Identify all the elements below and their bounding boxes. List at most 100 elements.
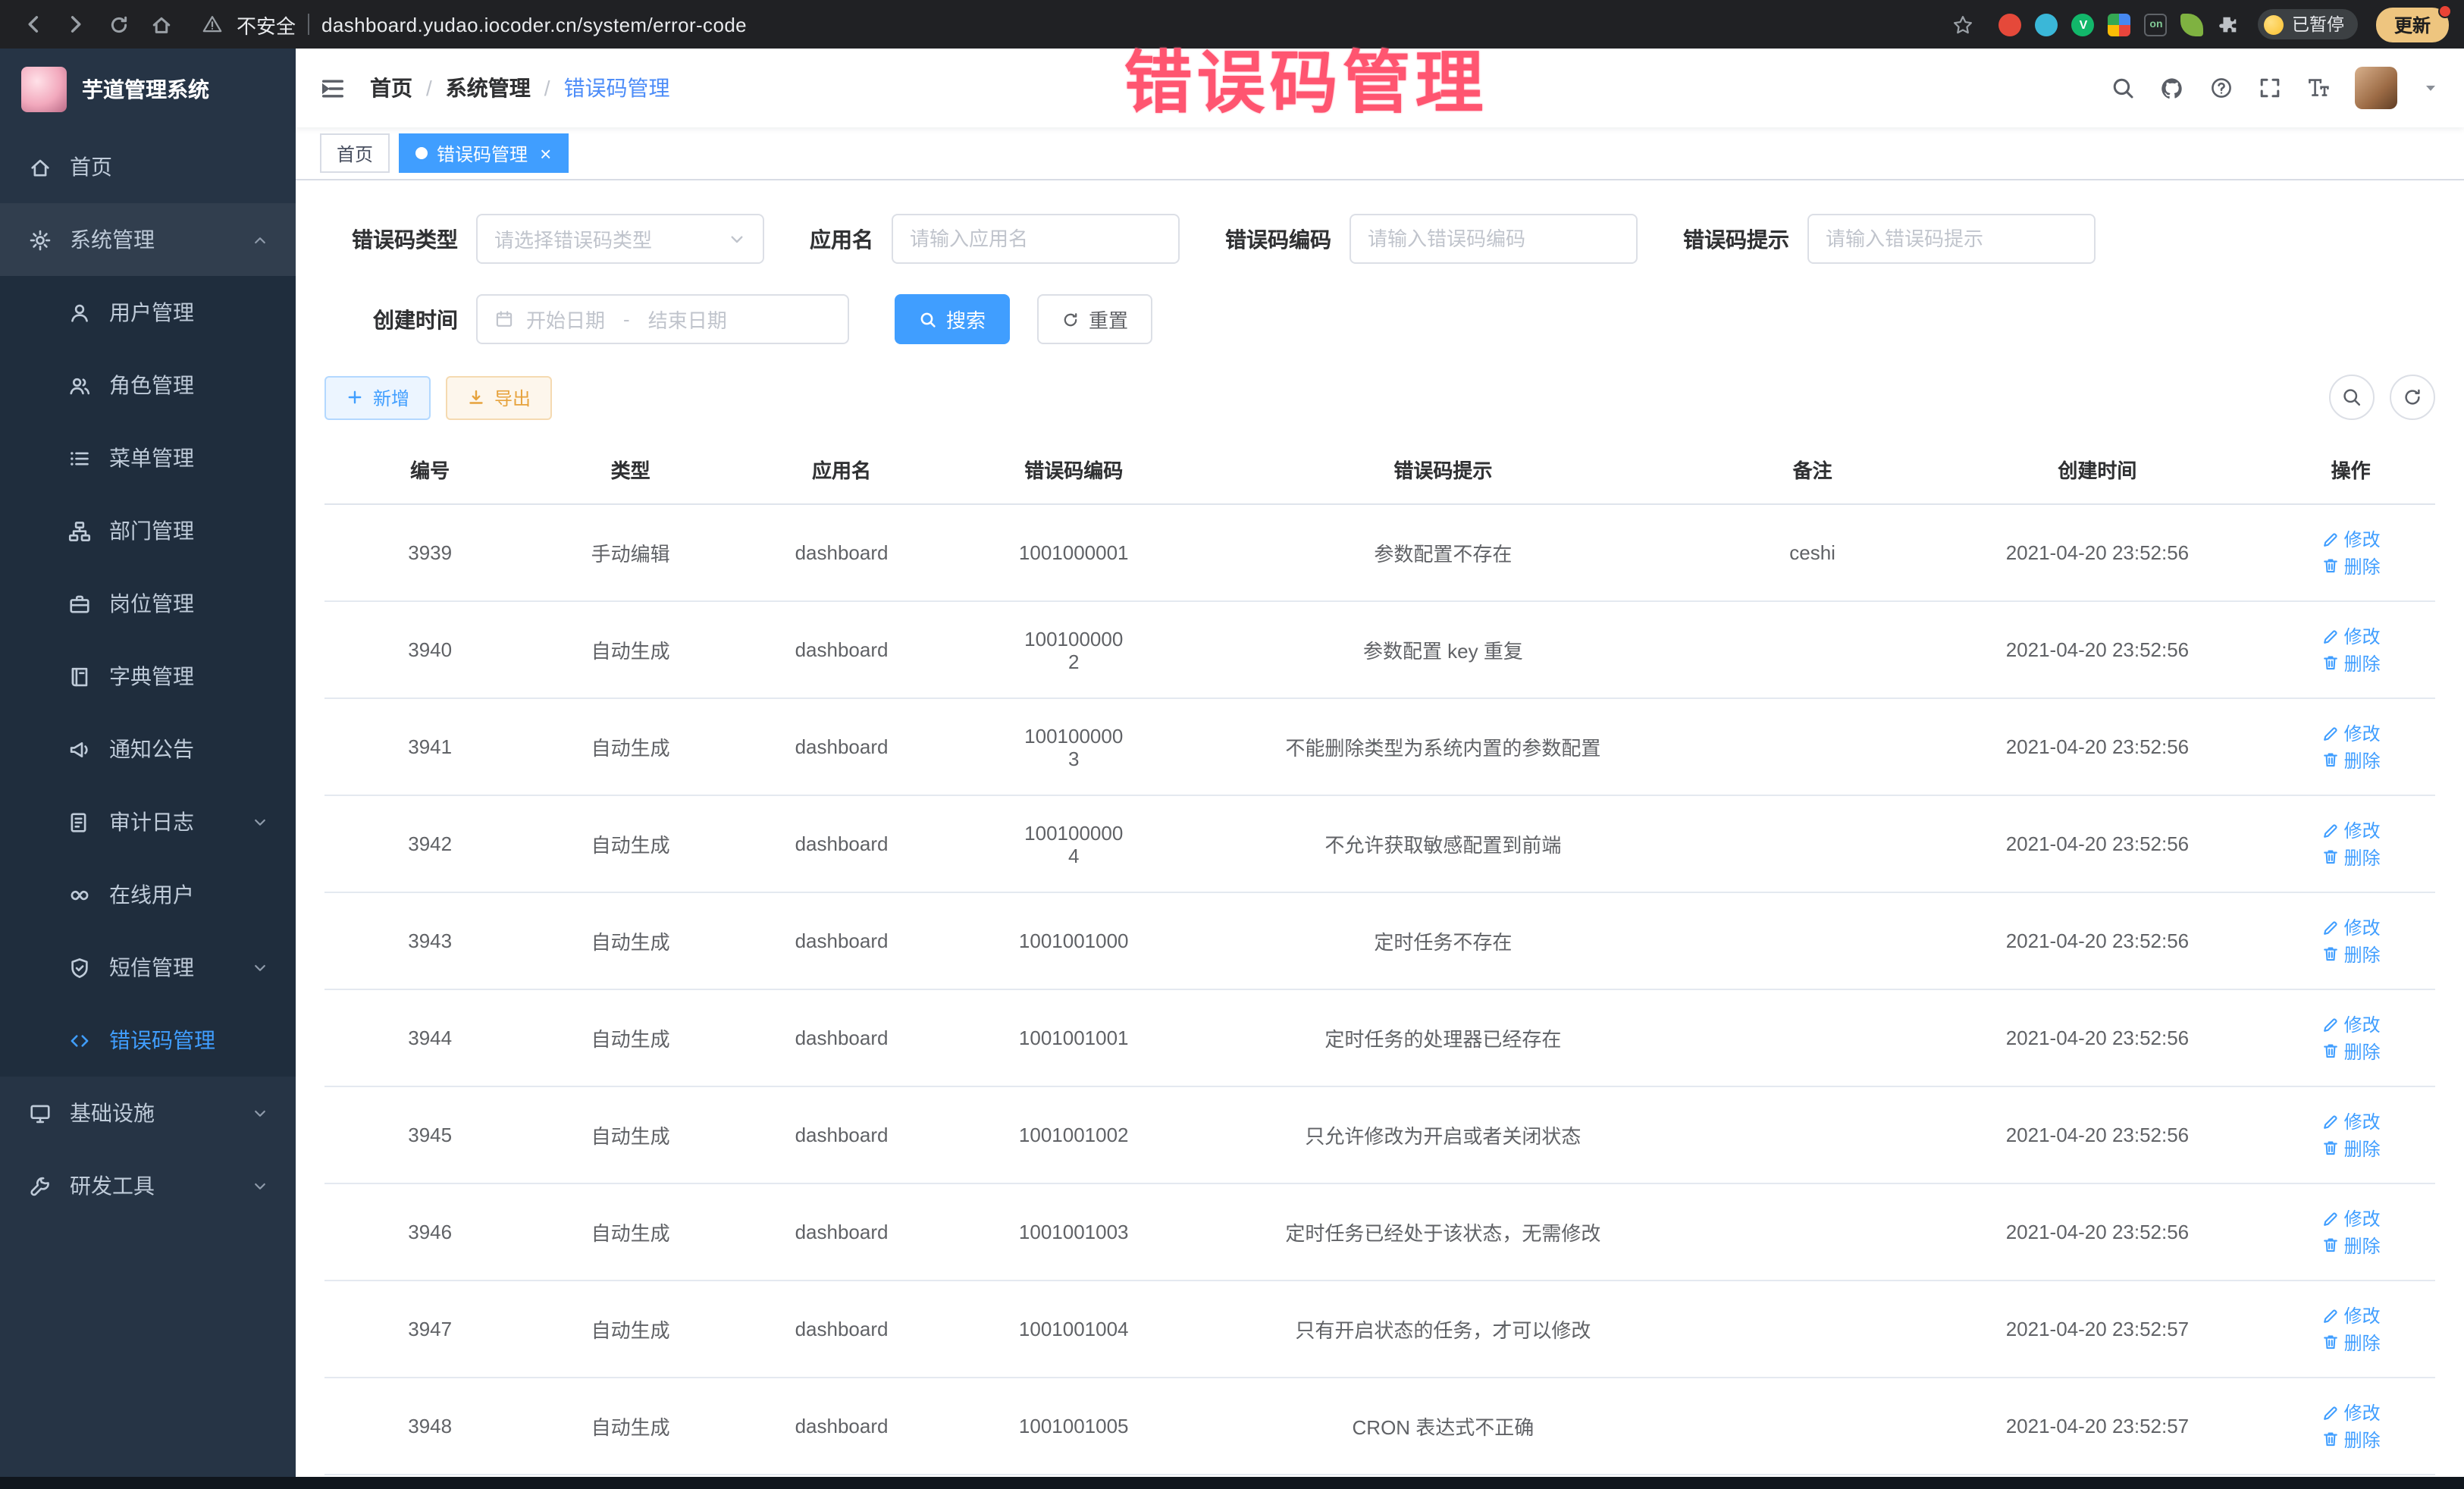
delete-link[interactable]: 删除 <box>2321 1329 2381 1355</box>
add-button[interactable]: 新增 <box>324 375 431 419</box>
reset-button[interactable]: 重置 <box>1037 294 1152 344</box>
delete-link[interactable]: 删除 <box>2321 1426 2381 1452</box>
app-name-input[interactable] <box>892 214 1180 264</box>
profile-paused-badge[interactable]: 已暂停 <box>2259 9 2358 39</box>
cell-actions: 修改删除 <box>2266 892 2435 989</box>
cell-id: 3943 <box>324 892 535 989</box>
browser-home-icon[interactable] <box>143 6 179 42</box>
search-button[interactable]: 搜索 <box>895 294 1010 344</box>
column-header: 错误码编码 <box>958 435 1190 504</box>
fullscreen-icon[interactable] <box>2258 76 2282 100</box>
sidebar-item[interactable]: 角色管理 <box>0 349 296 422</box>
edit-link[interactable]: 修改 <box>2321 526 2381 552</box>
export-button[interactable]: 导出 <box>446 375 552 419</box>
cell-type: 自动生成 <box>535 1183 726 1281</box>
forward-icon[interactable] <box>58 6 94 42</box>
cell-app: dashboard <box>726 504 958 601</box>
sidebar-item[interactable]: 部门管理 <box>0 494 296 567</box>
sidebar-item[interactable]: 通知公告 <box>0 713 296 785</box>
delete-link[interactable]: 删除 <box>2321 844 2381 870</box>
sidebar-item[interactable]: 用户管理 <box>0 276 296 349</box>
search-icon[interactable] <box>2111 76 2135 100</box>
table-search-button[interactable] <box>2329 375 2375 420</box>
gear-icon <box>27 228 52 251</box>
delete-link[interactable]: 删除 <box>2321 1135 2381 1161</box>
edit-link[interactable]: 修改 <box>2321 1205 2381 1231</box>
megaphone-icon <box>67 738 91 760</box>
paused-label: 已暂停 <box>2292 12 2344 36</box>
sidebar-item[interactable]: 岗位管理 <box>0 567 296 640</box>
extension-on-icon[interactable]: on <box>2145 13 2168 36</box>
sidebar-item[interactable]: 系统管理 <box>0 203 296 276</box>
caret-down-icon[interactable] <box>2422 79 2440 97</box>
sidebar-item[interactable]: 基础设施 <box>0 1077 296 1149</box>
reload-icon[interactable] <box>100 6 136 42</box>
end-date-placeholder: 结束日期 <box>648 305 727 334</box>
date-range-picker[interactable]: 开始日期 - 结束日期 <box>476 294 849 344</box>
delete-link[interactable]: 删除 <box>2321 747 2381 773</box>
cell-id: 3944 <box>324 989 535 1086</box>
error-code-input[interactable] <box>1350 214 1638 264</box>
sidebar-item[interactable]: 错误码管理 <box>0 1004 296 1077</box>
cell-app: dashboard <box>726 892 958 989</box>
extension-leaf-icon[interactable] <box>2181 13 2204 36</box>
extensions-puzzle-icon[interactable] <box>2218 13 2240 36</box>
github-icon[interactable] <box>2159 75 2185 101</box>
edit-link[interactable]: 修改 <box>2321 817 2381 843</box>
sidebar-toggle-icon[interactable] <box>320 75 346 101</box>
cell-id: 3945 <box>324 1086 535 1183</box>
breadcrumb-item-home[interactable]: 首页 <box>370 73 412 103</box>
error-type-select[interactable]: 请选择错误码类型 <box>476 214 764 264</box>
sidebar-item[interactable]: 审计日志 <box>0 785 296 858</box>
edit-link[interactable]: 修改 <box>2321 1302 2381 1328</box>
error-hint-label: 错误码提示 <box>1683 224 1789 254</box>
back-icon[interactable] <box>15 6 52 42</box>
sidebar-item[interactable]: 首页 <box>0 130 296 203</box>
bookmark-star-icon[interactable] <box>1945 6 1981 42</box>
cell-actions: 修改删除 <box>2266 504 2435 601</box>
user-avatar[interactable] <box>2355 67 2397 109</box>
sidebar-item[interactable]: 研发工具 <box>0 1149 296 1222</box>
edit-link[interactable]: 修改 <box>2321 914 2381 940</box>
table-refresh-button[interactable] <box>2390 375 2435 420</box>
help-icon[interactable] <box>2209 76 2234 100</box>
close-icon[interactable]: × <box>540 143 551 163</box>
app-logo[interactable]: 芋道管理系统 <box>0 49 296 130</box>
edit-link[interactable]: 修改 <box>2321 1108 2381 1134</box>
extension-grid-icon[interactable] <box>2108 13 2131 36</box>
delete-link[interactable]: 删除 <box>2321 553 2381 578</box>
cell-remark <box>1697 892 1929 989</box>
sidebar-item[interactable]: 短信管理 <box>0 931 296 1004</box>
cell-id: 3948 <box>324 1378 535 1475</box>
chevron-up-icon <box>252 231 268 248</box>
sidebar-item[interactable]: 字典管理 <box>0 640 296 713</box>
address-bar[interactable]: 不安全 dashboard.yudao.iocoder.cn/system/er… <box>185 6 1939 42</box>
tab-item[interactable]: 首页 <box>320 133 390 173</box>
error-hint-input[interactable] <box>1807 214 2096 264</box>
sidebar-item[interactable]: 菜单管理 <box>0 422 296 494</box>
sidebar-item[interactable]: 在线用户 <box>0 858 296 931</box>
extension-red-icon[interactable] <box>1999 13 2022 36</box>
extension-teal-icon[interactable] <box>2036 13 2058 36</box>
table-row: 3940自动生成dashboard100100000 2参数配置 key 重复2… <box>324 601 2435 698</box>
extension-v-icon[interactable]: V <box>2072 13 2095 36</box>
delete-link[interactable]: 删除 <box>2321 941 2381 967</box>
tab-active[interactable]: 错误码管理× <box>399 133 568 173</box>
edit-link[interactable]: 修改 <box>2321 1400 2381 1425</box>
cell-id: 3947 <box>324 1281 535 1378</box>
chevron-down-icon <box>252 813 268 830</box>
delete-link[interactable]: 删除 <box>2321 1038 2381 1064</box>
delete-link[interactable]: 删除 <box>2321 1232 2381 1258</box>
edit-link[interactable]: 修改 <box>2321 720 2381 746</box>
font-size-icon[interactable] <box>2306 76 2331 100</box>
delete-link[interactable]: 删除 <box>2321 650 2381 676</box>
column-header: 操作 <box>2266 435 2435 504</box>
breadcrumb-item-system[interactable]: 系统管理 <box>446 73 531 103</box>
filter-error-type: 错误码类型 请选择错误码类型 <box>324 214 764 264</box>
edit-link[interactable]: 修改 <box>2321 1011 2381 1037</box>
update-button[interactable]: 更新 <box>2376 7 2449 42</box>
cell-code: 1001001003 <box>958 1183 1190 1281</box>
cell-hint: 定时任务已经处于该状态，无需修改 <box>1190 1183 1696 1281</box>
cell-type: 自动生成 <box>535 1378 726 1475</box>
edit-link[interactable]: 修改 <box>2321 623 2381 649</box>
